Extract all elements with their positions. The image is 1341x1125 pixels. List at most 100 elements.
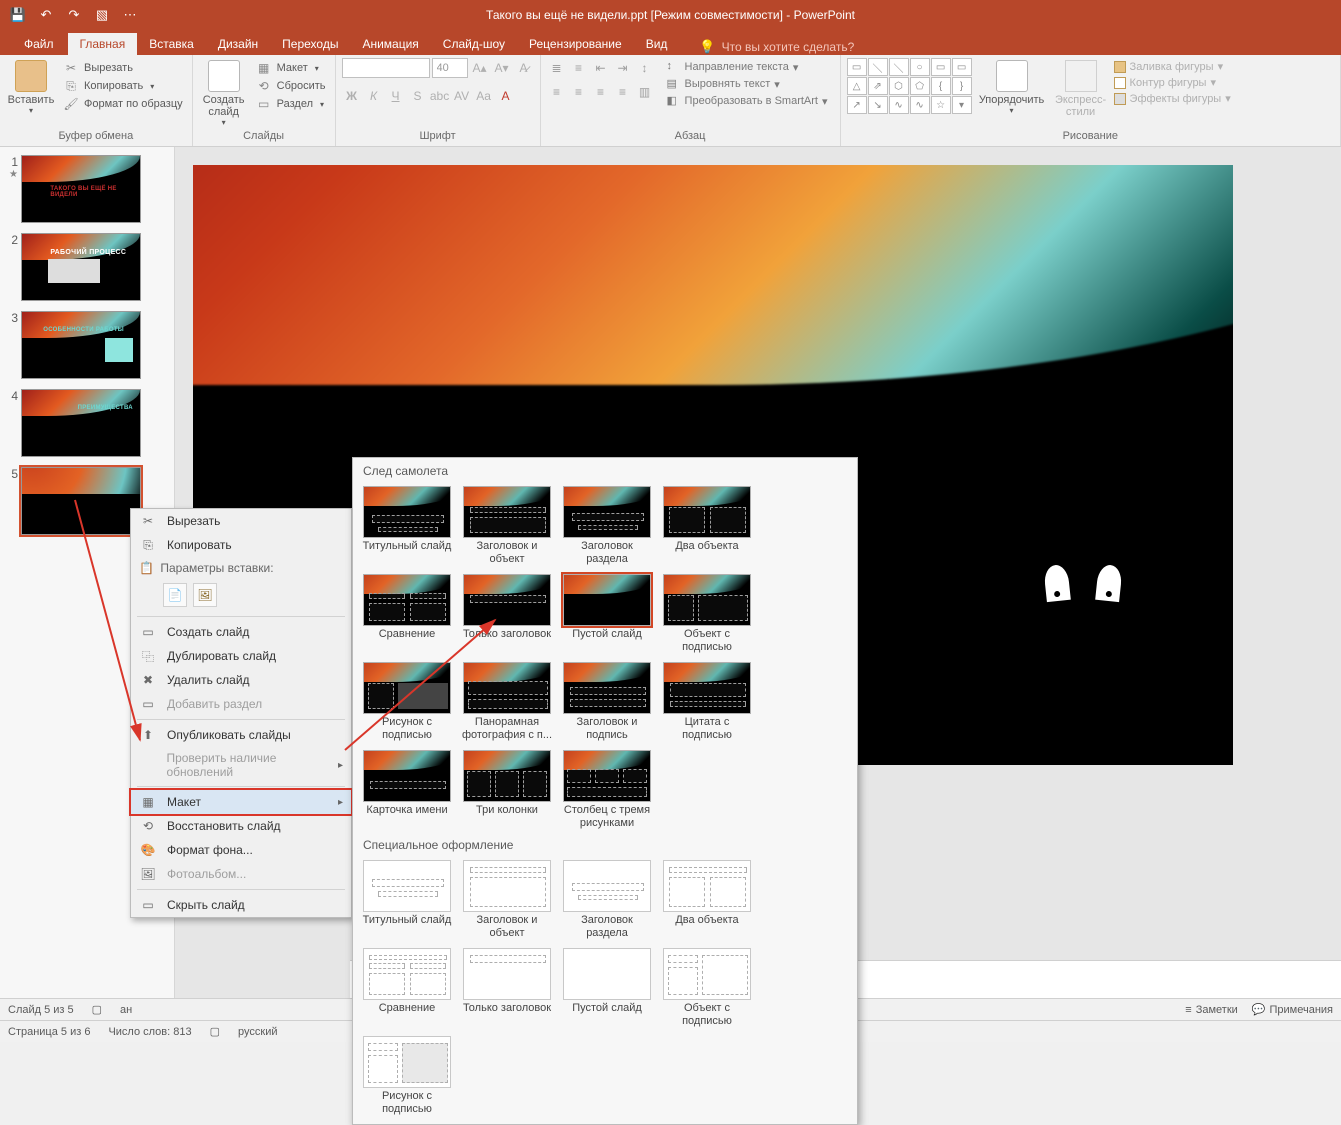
cm-duplicate[interactable]: ⿻Дублировать слайд xyxy=(131,644,351,668)
italic-icon[interactable]: К xyxy=(364,86,384,106)
reset-button[interactable]: ⟲Сбросить xyxy=(253,78,329,94)
font-family-input[interactable] xyxy=(342,58,430,78)
slayout-title-only[interactable]: Только заголовок xyxy=(461,948,553,1028)
paste-button[interactable]: Вставить xyxy=(6,58,56,130)
clear-format-icon[interactable]: A̷ xyxy=(514,58,534,78)
slayout-picture-caption[interactable]: Рисунок с подписью xyxy=(361,1036,453,1116)
cut-button[interactable]: ✂Вырезать xyxy=(60,60,186,76)
paste-option-1[interactable]: 📄 xyxy=(163,583,187,607)
cm-reset[interactable]: ⟲Восстановить слайд xyxy=(131,814,351,838)
quick-styles-button[interactable]: Экспресс- стили xyxy=(1052,58,1110,130)
new-slide-button[interactable]: Создать слайд xyxy=(199,58,249,130)
layout-section-header[interactable]: Заголовок раздела xyxy=(561,486,653,566)
notes-button[interactable]: ≡ Заметки xyxy=(1185,1004,1238,1016)
cm-delete[interactable]: ✖Удалить слайд xyxy=(131,668,351,692)
bold-icon[interactable]: Ж xyxy=(342,86,362,106)
layout-content-caption[interactable]: Объект с подписью xyxy=(661,574,753,654)
font-size-input[interactable] xyxy=(432,58,468,78)
line-spacing-icon[interactable]: ↕ xyxy=(635,58,655,78)
shadow-icon[interactable]: S xyxy=(408,86,428,106)
thumb-1[interactable]: 1★ ТАКОГО ВЫ ЕЩЁ НЕ ВИДЕЛИ xyxy=(4,155,170,223)
cm-cut[interactable]: ✂Вырезать xyxy=(131,509,351,533)
strike-icon[interactable]: abc xyxy=(430,86,450,106)
smartart-button[interactable]: ◧Преобразовать в SmartArt▾ xyxy=(667,94,828,108)
tab-review[interactable]: Рецензирование xyxy=(517,33,634,55)
tab-design[interactable]: Дизайн xyxy=(206,33,270,55)
spell-check-icon[interactable]: ▢ xyxy=(92,1003,102,1016)
status-lang[interactable]: ан xyxy=(120,1004,132,1016)
layout-title-caption[interactable]: Заголовок и подпись xyxy=(561,662,653,742)
save-icon[interactable]: 💾 xyxy=(10,7,26,23)
shapes-gallery[interactable]: ▭＼＼○▭▭ △⇗⬡⬠{} ↗↘∿∿☆▾ xyxy=(847,58,972,130)
tell-me[interactable]: 💡Что вы хотите сделать? xyxy=(699,39,854,55)
text-direction-button[interactable]: ↕Направление текста▾ xyxy=(667,60,828,74)
cm-new-slide[interactable]: ▭Создать слайд xyxy=(131,620,351,644)
paste-option-2[interactable]: 🖼 xyxy=(193,583,217,607)
layout-name-card[interactable]: Карточка имени xyxy=(361,750,453,830)
slayout-content-caption[interactable]: Объект с подписью xyxy=(661,948,753,1028)
align-text-button[interactable]: ▤Выровнять текст▾ xyxy=(667,77,828,91)
layout-comparison[interactable]: Сравнение xyxy=(361,574,453,654)
layout-title-only[interactable]: Только заголовок xyxy=(461,574,553,654)
cm-format-bg[interactable]: 🎨Формат фона... xyxy=(131,838,351,862)
shape-fill-button[interactable]: Заливка фигуры▾ xyxy=(1114,60,1231,73)
columns-icon[interactable]: ▥ xyxy=(635,82,655,102)
cm-hide[interactable]: ▭Скрыть слайд xyxy=(131,893,351,917)
tab-slideshow[interactable]: Слайд-шоу xyxy=(431,33,517,55)
qat-more-icon[interactable]: ⋯ xyxy=(122,7,138,23)
tab-insert[interactable]: Вставка xyxy=(137,33,206,55)
shape-effects-button[interactable]: Эффекты фигуры▾ xyxy=(1114,92,1231,105)
tab-transitions[interactable]: Переходы xyxy=(270,33,350,55)
shrink-font-icon[interactable]: A▾ xyxy=(492,58,512,78)
grow-font-icon[interactable]: A▴ xyxy=(470,58,490,78)
tab-file[interactable]: Файл xyxy=(10,33,68,55)
layout-three-columns[interactable]: Три колонки xyxy=(461,750,553,830)
spell-check-icon-2[interactable]: ▢ xyxy=(210,1025,220,1038)
align-right-icon[interactable]: ≡ xyxy=(591,82,611,102)
layout-button[interactable]: ▦Макет▾ xyxy=(253,60,329,76)
start-from-beginning-icon[interactable]: ▧ xyxy=(94,7,110,23)
layout-quote[interactable]: Цитата с подписью xyxy=(661,662,753,742)
case-icon[interactable]: Aa xyxy=(474,86,494,106)
copy-button[interactable]: ⎘Копировать▾ xyxy=(60,78,186,94)
layout-title-slide[interactable]: Титульный слайд xyxy=(361,486,453,566)
spacing-icon[interactable]: AV xyxy=(452,86,472,106)
bullets-icon[interactable]: ≣ xyxy=(547,58,567,78)
layout-two-content[interactable]: Два объекта xyxy=(661,486,753,566)
numbering-icon[interactable]: ≡ xyxy=(569,58,589,78)
slayout-comparison[interactable]: Сравнение xyxy=(361,948,453,1028)
layout-panoramic[interactable]: Панорамная фотография с п... xyxy=(461,662,553,742)
thumb-4[interactable]: 4 ПРЕИМУЩЕСТВА xyxy=(4,389,170,457)
cm-copy[interactable]: ⎘Копировать xyxy=(131,533,351,557)
cm-publish[interactable]: ⬆Опубликовать слайды xyxy=(131,723,351,747)
undo-icon[interactable]: ↶ xyxy=(38,7,54,23)
slayout-title-slide[interactable]: Титульный слайд xyxy=(361,860,453,940)
slayout-section-header[interactable]: Заголовок раздела xyxy=(561,860,653,940)
slayout-two-content[interactable]: Два объекта xyxy=(661,860,753,940)
tab-home[interactable]: Главная xyxy=(68,33,138,55)
thumb-2[interactable]: 2 РАБОЧИЙ ПРОЦЕСС xyxy=(4,233,170,301)
section-button[interactable]: ▭Раздел▾ xyxy=(253,96,329,112)
comments-button[interactable]: 💬 Примечания xyxy=(1252,1003,1333,1016)
layout-blank[interactable]: Пустой слайд xyxy=(561,574,653,654)
status-lang2[interactable]: русский xyxy=(238,1026,277,1038)
align-left-icon[interactable]: ≡ xyxy=(547,82,567,102)
justify-icon[interactable]: ≡ xyxy=(613,82,633,102)
list-level2-icon[interactable]: ⇥ xyxy=(613,58,633,78)
cm-layout[interactable]: ▦Макет xyxy=(131,790,351,814)
tab-view[interactable]: Вид xyxy=(634,33,680,55)
tab-animations[interactable]: Анимация xyxy=(350,33,430,55)
layout-three-pics[interactable]: Столбец с тремя рисунками xyxy=(561,750,653,830)
slayout-title-content[interactable]: Заголовок и объект xyxy=(461,860,553,940)
arrange-button[interactable]: Упорядочить xyxy=(976,58,1048,130)
layout-title-content[interactable]: Заголовок и объект xyxy=(461,486,553,566)
format-painter-button[interactable]: 🖌Формат по образцу xyxy=(60,96,186,112)
align-center-icon[interactable]: ≡ xyxy=(569,82,589,102)
list-level-icon[interactable]: ⇤ xyxy=(591,58,611,78)
font-color-icon[interactable]: A xyxy=(496,86,516,106)
layout-picture-caption[interactable]: Рисунок с подписью xyxy=(361,662,453,742)
shape-outline-button[interactable]: Контур фигуры▾ xyxy=(1114,76,1231,89)
slayout-blank[interactable]: Пустой слайд xyxy=(561,948,653,1028)
redo-icon[interactable]: ↷ xyxy=(66,7,82,23)
thumb-3[interactable]: 3 ОСОБЕННОСТИ РАБОТЫ xyxy=(4,311,170,379)
